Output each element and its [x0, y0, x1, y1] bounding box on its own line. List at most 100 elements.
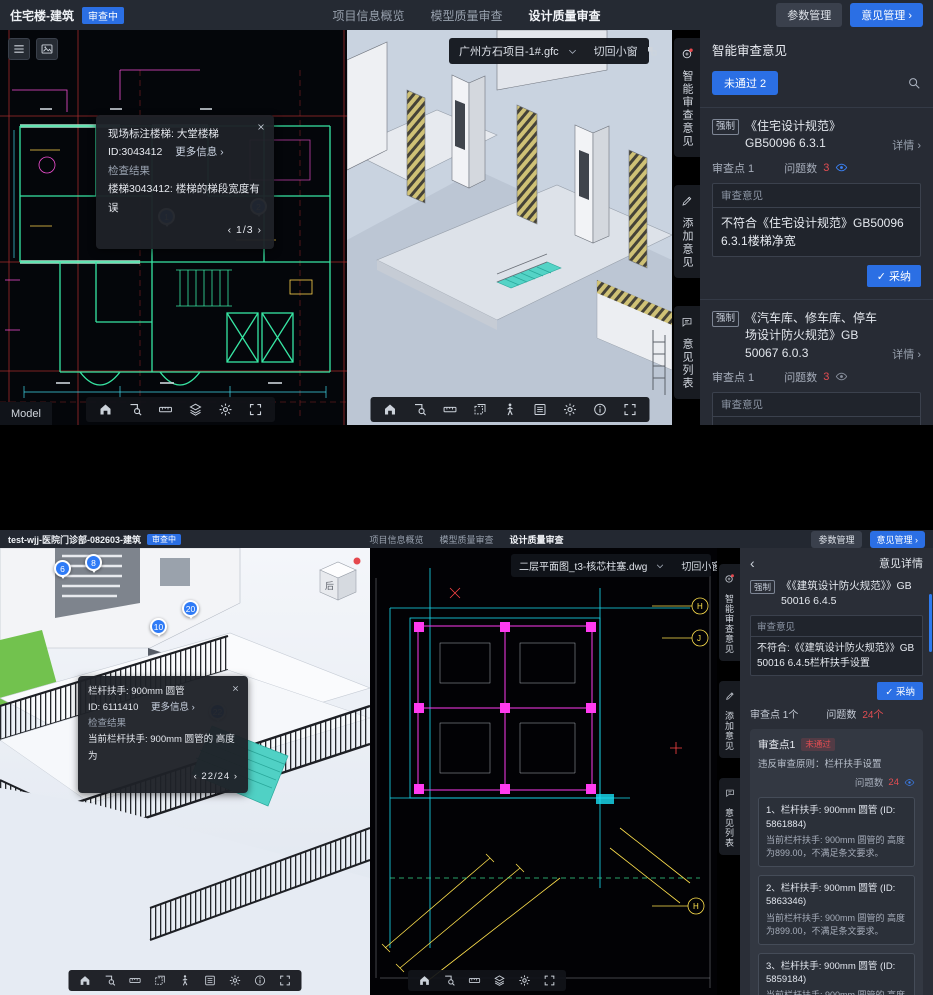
param-manage-button[interactable]: 参数管理: [811, 531, 861, 548]
section-box-icon[interactable]: [154, 974, 167, 987]
issue-marker[interactable]: 8: [85, 554, 102, 571]
panel-title: 意见详情: [879, 555, 923, 571]
fullscreen-icon[interactable]: [543, 974, 556, 987]
switch-window-label[interactable]: 切回小窗: [594, 43, 638, 59]
settings-icon[interactable]: [218, 402, 233, 417]
check-result-text: 楼梯3043412: 楼梯的梯段宽度有误: [108, 180, 262, 217]
tab-opinion-list[interactable]: 意见列表: [719, 778, 740, 855]
tab-add-opinion[interactable]: 添加意见: [719, 681, 740, 758]
model-viewer-bottom[interactable]: 后 6 8 20 10 22 栏杆扶手: 900mm 圆管 ID: 611141…: [0, 548, 370, 995]
detail-link[interactable]: 详情 ›: [892, 346, 921, 362]
review-status-badge: 审查中: [82, 7, 124, 24]
issue-marker[interactable]: 20: [182, 600, 199, 617]
cad-file-name[interactable]: 二层平面图_t3-核芯柱塞.dwg: [519, 558, 647, 573]
layers-icon[interactable]: [188, 402, 203, 417]
properties-list-icon[interactable]: [204, 974, 217, 987]
fullscreen-icon[interactable]: [248, 402, 263, 417]
zoom-select-icon[interactable]: [104, 974, 117, 987]
section-box-icon[interactable]: [472, 402, 487, 417]
info-icon[interactable]: [254, 974, 267, 987]
issue-item[interactable]: 3、栏杆扶手: 900mm 圆管 (ID: 5859184) 当前栏杆扶手: 9…: [758, 953, 915, 995]
chevron-down-icon[interactable]: [567, 46, 578, 57]
tab-design-quality[interactable]: 设计质量审查: [510, 533, 564, 546]
eye-icon[interactable]: [835, 161, 848, 174]
settings-icon[interactable]: [562, 402, 577, 417]
chevron-down-icon[interactable]: [655, 561, 665, 571]
tooltip-pager[interactable]: ‹ 22/24 ›: [88, 769, 238, 785]
side-tab-strip-bottom: 智能审查意见 添加意见 意见列表: [717, 548, 740, 995]
back-icon[interactable]: ‹: [750, 556, 755, 570]
cad-menu-button[interactable]: [8, 38, 30, 60]
tooltip-pager[interactable]: ‹ 1/3 ›: [108, 221, 262, 239]
more-info-link[interactable]: 更多信息 ›: [175, 146, 223, 158]
home-icon[interactable]: [382, 402, 397, 417]
model-space-tab[interactable]: Model: [0, 402, 52, 425]
model-file-name[interactable]: 广州方石项目-1#.gfc: [459, 43, 559, 59]
tab-model-quality[interactable]: 模型质量审查: [430, 7, 502, 24]
fail-badge: 未通过: [801, 738, 835, 751]
search-icon[interactable]: [907, 76, 921, 90]
tab-add-opinion[interactable]: 添加意见: [674, 185, 700, 278]
measure-icon[interactable]: [468, 974, 481, 987]
settings-icon[interactable]: [229, 974, 242, 987]
more-info-link[interactable]: 更多信息 ›: [151, 702, 195, 713]
cad-viewer-bottom[interactable]: H J H 二层平面图_t3-核芯柱塞.dwg 切回小窗: [370, 548, 717, 995]
tab-project-info[interactable]: 项目信息概览: [332, 7, 404, 24]
scrollbar[interactable]: [929, 594, 932, 652]
cad-viewer-top[interactable]: 1 2 现场标注楼梯: 大堂楼梯 ID:3043412 更多信息 › 检查结果 …: [0, 30, 347, 425]
accept-button[interactable]: ✓ 采纳: [867, 265, 921, 287]
eye-icon[interactable]: [835, 370, 848, 383]
opinion-box: 审查意见 不符合:《《建筑设计防火规范》》GB 50016 6.4.5栏杆扶手设…: [750, 615, 923, 676]
home-icon[interactable]: [79, 974, 92, 987]
close-icon[interactable]: [228, 681, 242, 695]
tab-label: 意见列表: [723, 808, 736, 848]
switch-window-icon[interactable]: [646, 45, 658, 57]
issue-item[interactable]: 2、栏杆扶手: 900mm 圆管 (ID: 5863346) 当前栏杆扶手: 9…: [758, 875, 915, 945]
walkthrough-icon[interactable]: [502, 402, 517, 417]
tab-smart-review[interactable]: 智能审查意见: [674, 38, 700, 157]
tab-model-quality[interactable]: 模型质量审查: [439, 533, 493, 546]
detail-link[interactable]: 详情 ›: [892, 137, 921, 153]
fullscreen-icon[interactable]: [279, 974, 292, 987]
walkthrough-icon[interactable]: [179, 974, 192, 987]
eye-icon[interactable]: [904, 777, 915, 788]
opinion-text: 不符合《住宅设计规范》GB50096 6.3.1楼梯净宽: [713, 208, 920, 256]
opinion-manage-button[interactable]: 意见管理 ›: [850, 3, 923, 27]
settings-icon[interactable]: [518, 974, 531, 987]
cad-image-button[interactable]: [36, 38, 58, 60]
model-viewer-top[interactable]: 广州方石项目-1#.gfc 切回小窗: [347, 30, 672, 425]
issue-marker[interactable]: 10: [150, 618, 167, 635]
home-icon[interactable]: [98, 402, 113, 417]
review-point-summary: 审查点 1个: [750, 706, 798, 721]
accept-button[interactable]: ✓ 采纳: [877, 682, 923, 700]
zoom-select-icon[interactable]: [443, 974, 456, 987]
param-manage-button[interactable]: 参数管理: [776, 3, 842, 27]
zoom-select-icon[interactable]: [128, 402, 143, 417]
opinion-box: 审查意见 不符合《汽车库、修车库、停车场设计防火规范》GB 50067 6.0.…: [712, 392, 921, 425]
issue-item[interactable]: 1、栏杆扶手: 900mm 圆管 (ID: 5861884) 当前栏杆扶手: 9…: [758, 797, 915, 867]
measure-icon[interactable]: [158, 402, 173, 417]
info-icon[interactable]: [592, 402, 607, 417]
panel-title: 智能审查意见: [712, 40, 921, 59]
fullscreen-icon[interactable]: [622, 402, 637, 417]
layers-icon[interactable]: [493, 974, 506, 987]
tab-label: 智能审查意见: [723, 594, 736, 654]
opinion-manage-button[interactable]: 意见管理 ›: [870, 531, 926, 548]
failed-filter-button[interactable]: 未通过 2: [712, 71, 778, 95]
tab-smart-review[interactable]: 智能审查意见: [719, 564, 740, 661]
close-icon[interactable]: [254, 120, 268, 134]
measure-icon[interactable]: [442, 402, 457, 417]
mandatory-badge: 强制: [712, 119, 739, 135]
screen-gap: [0, 425, 933, 530]
tab-design-quality[interactable]: 设计质量审查: [529, 7, 601, 24]
measure-icon[interactable]: [129, 974, 142, 987]
zoom-select-icon[interactable]: [412, 402, 427, 417]
properties-list-icon[interactable]: [532, 402, 547, 417]
view-cube-label[interactable]: 后: [325, 581, 334, 591]
tab-opinion-list[interactable]: 意见列表: [674, 306, 700, 399]
switch-window-label[interactable]: 切回小窗: [681, 558, 717, 573]
home-icon[interactable]: [418, 974, 431, 987]
issue-count: 3: [823, 371, 829, 383]
issue-marker[interactable]: 6: [54, 560, 71, 577]
tab-project-info[interactable]: 项目信息概览: [369, 533, 423, 546]
